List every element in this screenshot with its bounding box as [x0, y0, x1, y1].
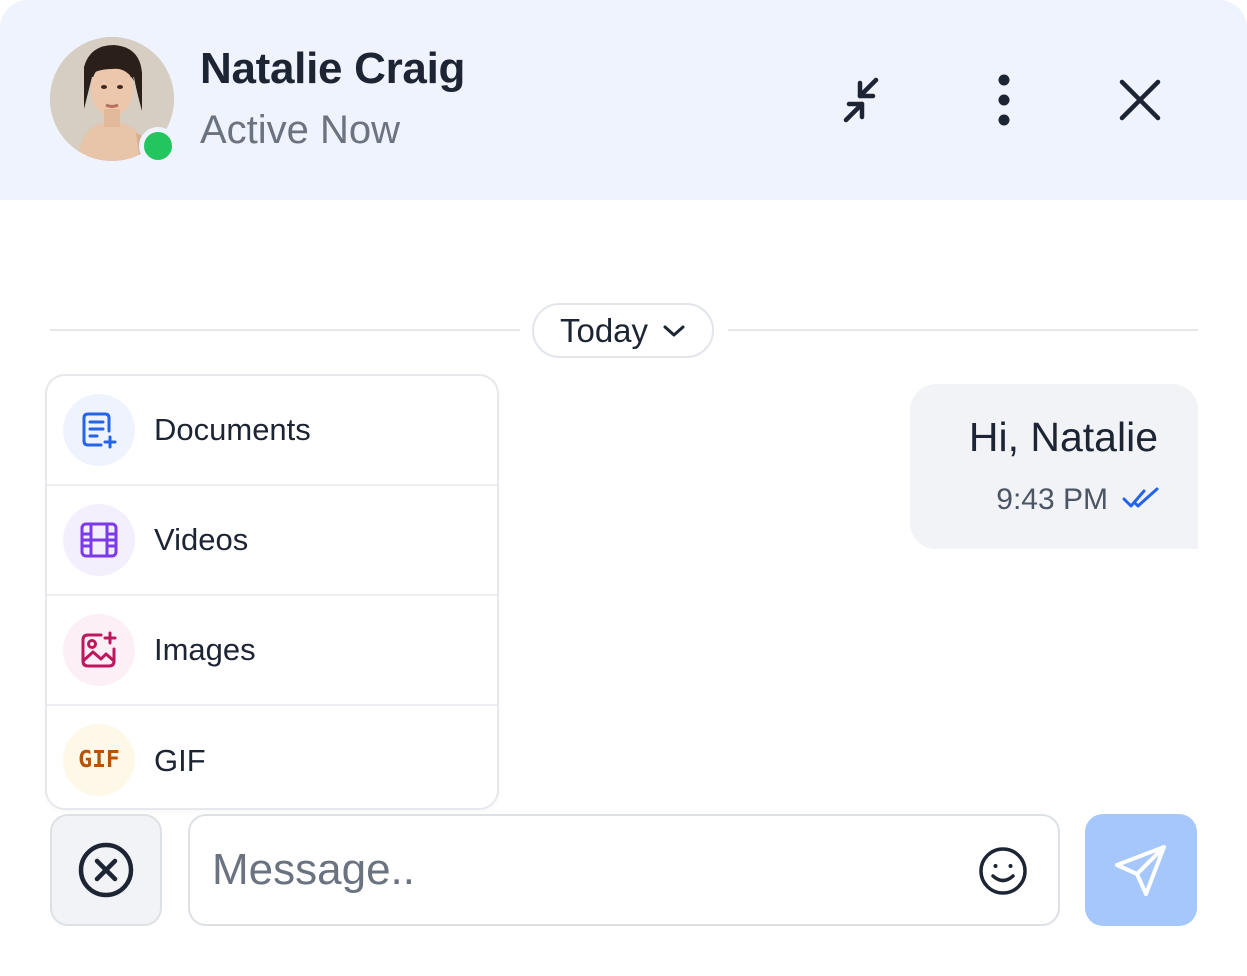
documents-icon-badge [63, 394, 135, 466]
message-bubble-outgoing[interactable]: Hi, Natalie 9:43 PM [910, 384, 1198, 549]
attachment-menu: Documents Videos Images GIF GIF [45, 374, 499, 810]
message-field [188, 814, 1060, 926]
double-check-icon [1122, 487, 1159, 508]
image-add-icon [81, 631, 117, 668]
date-divider-line [728, 329, 1198, 331]
send-button[interactable] [1085, 814, 1197, 926]
date-filter-dropdown[interactable]: Today [532, 303, 714, 358]
minimize-arrows-icon [843, 77, 879, 123]
close-attachments-button[interactable] [50, 814, 162, 926]
attach-option-documents[interactable]: Documents [47, 376, 497, 486]
date-divider-line [50, 329, 520, 331]
message-input[interactable] [212, 816, 952, 924]
message-timestamp: 9:43 PM [996, 483, 1108, 516]
minimize-button[interactable] [832, 66, 900, 134]
images-icon-badge [63, 614, 135, 686]
attach-option-label: Images [154, 632, 256, 667]
attach-option-label: Documents [154, 412, 311, 447]
emoji-button[interactable] [976, 844, 1030, 898]
close-icon [1119, 79, 1161, 121]
attach-option-label: GIF [154, 743, 206, 778]
online-status-indicator [139, 127, 177, 165]
attach-option-label: Videos [154, 522, 249, 557]
attach-option-images[interactable]: Images [47, 596, 497, 706]
film-icon [80, 522, 118, 558]
close-circle-icon [78, 842, 134, 898]
attach-option-gif[interactable]: GIF GIF [47, 706, 497, 808]
contact-name: Natalie Craig [200, 44, 466, 93]
more-options-button[interactable] [970, 66, 1038, 134]
date-label: Today [559, 311, 649, 349]
gif-icon: GIF [63, 724, 135, 796]
chevron-down-icon [663, 325, 685, 336]
document-add-icon [82, 412, 117, 449]
message-text: Hi, Natalie [968, 414, 1158, 460]
close-chat-button[interactable] [1106, 66, 1174, 134]
more-vertical-icon [998, 74, 1010, 126]
contact-status: Active Now [200, 108, 401, 152]
chat-header: Natalie Craig Active Now [0, 0, 1247, 200]
chat-window: Natalie Craig Active Now Today Documents… [0, 0, 1247, 976]
videos-icon-badge [63, 504, 135, 576]
attach-option-videos[interactable]: Videos [47, 486, 497, 596]
send-icon [1115, 845, 1166, 896]
smile-icon [979, 847, 1027, 895]
